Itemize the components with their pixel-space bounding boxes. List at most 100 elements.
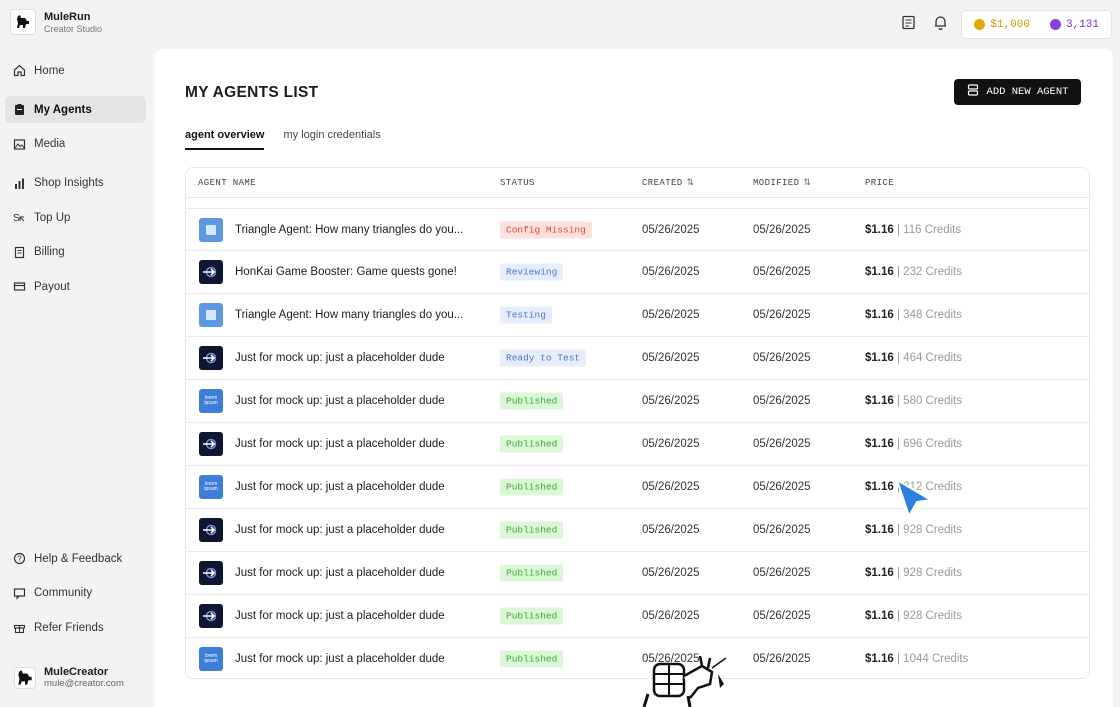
- agent-thumbnail: [199, 260, 223, 284]
- notifications-button[interactable]: [929, 11, 951, 39]
- status-badge: Published: [500, 521, 564, 539]
- sidebar-item-top-up[interactable]: S Top Up: [5, 204, 146, 231]
- created-date: 05/26/2025: [642, 395, 700, 407]
- price: $1.16 | 232 Credits: [865, 266, 962, 278]
- modified-date: 05/26/2025: [753, 352, 811, 364]
- agent-name[interactable]: Just for mock up: just a placeholder dud…: [235, 567, 445, 579]
- agent-name[interactable]: HonKai Game Booster: Game quests gone!: [235, 266, 457, 278]
- status-badge: Ready to Test: [500, 349, 587, 367]
- agent-icon: [967, 84, 979, 100]
- add-new-agent-button[interactable]: ADD NEW AGENT: [954, 79, 1081, 105]
- table-row[interactable]: Triangle Agent: How many triangles do yo…: [186, 294, 1089, 337]
- modified-date: 05/26/2025: [753, 567, 811, 579]
- created-date: 05/26/2025: [642, 223, 700, 236]
- page-title: MY AGENTS LIST: [185, 84, 319, 101]
- user-profile[interactable]: MuleCreator mule@creator.com: [14, 666, 124, 689]
- header-modified[interactable]: MODIFIED ⇅: [753, 178, 811, 188]
- status-badge: Published: [500, 650, 564, 668]
- sidebar-item-community[interactable]: Community: [5, 580, 146, 607]
- agent-name[interactable]: Triangle Agent: How many triangles do yo…: [235, 309, 463, 321]
- agent-thumbnail: [199, 346, 223, 370]
- brand-subtitle: Creator Studio: [44, 23, 103, 34]
- sidebar: MuleRun Creator Studio Home My Agents Me…: [0, 0, 154, 707]
- created-date: 05/26/2025: [642, 438, 700, 450]
- modified-date: 05/26/2025: [753, 438, 811, 450]
- table-row[interactable]: Just for mock up: just a placeholder dud…: [186, 552, 1089, 595]
- gift-icon: [13, 621, 26, 634]
- agent-thumbnail: [199, 217, 223, 242]
- header-agent-name[interactable]: AGENT NAME: [198, 178, 256, 188]
- sidebar-item-my-agents[interactable]: My Agents: [5, 96, 146, 123]
- table-row[interactable]: Just for mock up: just a placeholder dud…: [186, 509, 1089, 552]
- status-badge: Published: [500, 392, 564, 410]
- price: $1.16 | 1044 Credits: [865, 653, 969, 665]
- table-row[interactable]: Just for mock up: just a placeholder dud…: [186, 595, 1089, 638]
- credits-icon: [1049, 19, 1061, 30]
- sidebar-item-media[interactable]: Media: [5, 131, 146, 158]
- table-row[interactable]: HonKai Game Booster: Game quests gone! Re…: [186, 251, 1089, 294]
- modified-date: 05/26/2025: [753, 524, 811, 536]
- mule-logo-icon: [10, 9, 36, 35]
- sidebar-item-label: Home: [34, 64, 65, 77]
- user-email: mule@creator.com: [44, 678, 124, 689]
- created-date: 05/26/2025: [642, 610, 700, 622]
- created-date: 05/26/2025: [642, 524, 700, 536]
- agent-name[interactable]: Just for mock up: just a placeholder dud…: [235, 524, 445, 536]
- created-date: 05/26/2025: [642, 481, 700, 493]
- agent-thumbnail: [199, 604, 223, 628]
- help-icon: ?: [13, 552, 26, 565]
- table-row[interactable]: lorem ipsum Just for mock up: just a place…: [186, 466, 1089, 509]
- agent-name[interactable]: Just for mock up: just a placeholder dud…: [235, 481, 445, 493]
- usd-balance: $1,000: [974, 19, 1030, 31]
- sidebar-item-home[interactable]: Home: [5, 57, 146, 84]
- tab-login-credentials[interactable]: my login credentials: [283, 129, 380, 150]
- created-date: 05/26/2025: [642, 266, 700, 278]
- agent-name[interactable]: Just for mock up: just a placeholder dud…: [235, 395, 445, 407]
- mule-mascot-icon: [640, 654, 730, 707]
- table-row[interactable]: lorem ipsum Just for mock up: just a place…: [186, 380, 1089, 423]
- agent-name[interactable]: Triangle Agent: How many triangles do yo…: [235, 224, 463, 236]
- agent-name[interactable]: Just for mock up: just a placeholder dud…: [235, 653, 445, 665]
- sidebar-item-payout[interactable]: Payout: [5, 273, 146, 300]
- table-row[interactable]: Just for mock up: just a placeholder dud…: [186, 337, 1089, 380]
- created-date: 05/26/2025: [642, 567, 700, 579]
- sidebar-item-label: Billing: [34, 246, 65, 258]
- header-created[interactable]: CREATED ⇅: [642, 178, 695, 188]
- status-badge: Published: [500, 435, 564, 453]
- status-badge: Config Missing: [500, 221, 592, 238]
- created-date: 05/26/2025: [642, 309, 700, 321]
- modified-date: 05/26/2025: [753, 481, 811, 493]
- table-row[interactable]: Just for mock up: just a placeholder dud…: [186, 423, 1089, 466]
- agent-name[interactable]: Just for mock up: just a placeholder dud…: [235, 438, 445, 450]
- modified-date: 05/26/2025: [753, 309, 811, 321]
- table-row[interactable]: lorem ipsum Just for mock up: just a place…: [186, 638, 1089, 678]
- agent-thumbnail: lorem ipsum: [199, 389, 223, 413]
- wallet-balance[interactable]: $1,000 3,131: [961, 10, 1112, 39]
- tabs: agent overview my login credentials: [185, 129, 381, 150]
- tab-agent-overview[interactable]: agent overview: [185, 129, 265, 150]
- mouse-cursor-icon: [895, 477, 935, 525]
- modified-date: 05/26/2025: [753, 610, 811, 622]
- sidebar-item-help[interactable]: ? Help & Feedback: [5, 545, 146, 572]
- header-status[interactable]: STATUS: [500, 178, 535, 188]
- agent-thumbnail: lorem ipsum: [199, 647, 223, 671]
- document-button[interactable]: [897, 11, 919, 39]
- brand[interactable]: MuleRun Creator Studio: [10, 9, 102, 35]
- agents-table: AGENT NAME STATUS CREATED ⇅ MODIFIED ⇅ PRI…: [185, 167, 1090, 679]
- table-body: Triangle Agent: How many triangles do yo…: [186, 208, 1089, 678]
- header-price[interactable]: PRICE: [865, 178, 894, 188]
- card-icon: [13, 280, 26, 293]
- sidebar-item-label: Top Up: [34, 211, 71, 224]
- price: $1.16 | 928 Credits: [865, 567, 962, 579]
- sidebar-item-refer[interactable]: Refer Friends: [5, 614, 146, 641]
- user-name: MuleCreator: [44, 666, 109, 678]
- sidebar-item-billing[interactable]: Billing: [5, 239, 146, 266]
- status-badge: Testing: [500, 306, 552, 324]
- agent-name[interactable]: Just for mock up: just a placeholder dud…: [235, 352, 445, 364]
- agent-name[interactable]: Just for mock up: just a placeholder dud…: [235, 610, 445, 622]
- agent-thumbnail: [199, 518, 223, 542]
- sidebar-item-shop-insights[interactable]: Shop Insights: [5, 170, 146, 197]
- image-icon: [13, 138, 26, 151]
- table-row[interactable]: Triangle Agent: How many triangles do yo…: [186, 208, 1089, 251]
- modified-date: 05/26/2025: [753, 266, 811, 278]
